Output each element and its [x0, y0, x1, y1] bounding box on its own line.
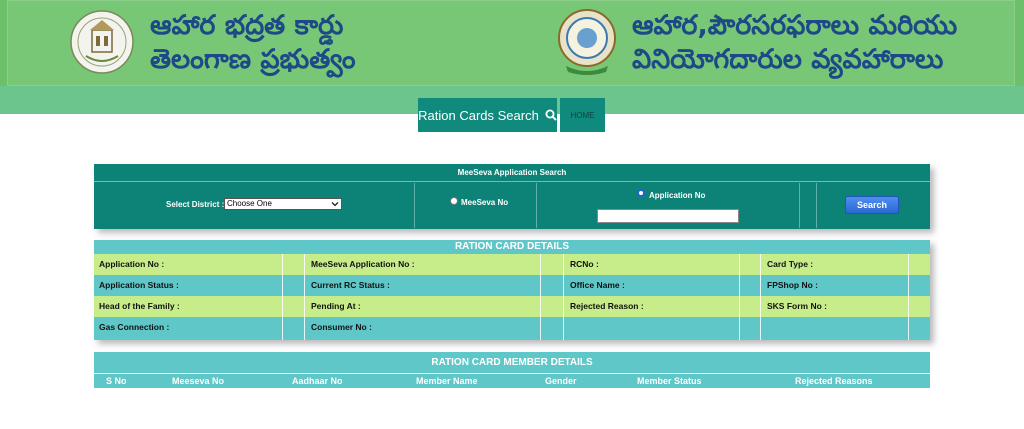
- search-icon: [545, 109, 557, 121]
- department-emblem-icon: [558, 9, 616, 75]
- select-district-label: Select District :: [166, 200, 225, 209]
- details-row: Head of the Family : Pending At : Reject…: [94, 296, 930, 317]
- column-header-meeseva-no: Meeseva No: [172, 376, 225, 386]
- right-title-line-2: వినియోగదారుల వ్యవహారాలు: [632, 44, 944, 75]
- application-no-input[interactable]: [597, 209, 739, 223]
- district-selected-value: Choose One: [227, 199, 272, 208]
- detail-label: FPShop No :: [767, 280, 818, 290]
- detail-label: MeeSeva Application No :: [311, 259, 415, 269]
- search-divider: [414, 183, 415, 228]
- column-header-s-no: S No: [106, 376, 127, 386]
- column-header-aadhaar-no: Aadhaar No: [292, 376, 343, 386]
- application-no-radio[interactable]: [637, 189, 645, 197]
- right-title-line-1: ఆహార,పౌరసరఫరాలు మరియు: [632, 10, 958, 41]
- government-emblem-icon: [70, 10, 134, 74]
- detail-label: Head of the Family :: [99, 301, 180, 311]
- detail-label: SKS Form No :: [767, 301, 827, 311]
- column-divider: [282, 254, 283, 340]
- column-header-rejected-reasons: Rejected Reasons: [795, 376, 873, 386]
- ration-card-details-title: RATION CARD DETAILS: [94, 240, 930, 254]
- detail-label: Application Status :: [99, 280, 179, 290]
- meeseva-no-radio[interactable]: [450, 197, 458, 205]
- member-details-title: RATION CARD MEMBER DETAILS: [94, 352, 930, 374]
- search-divider: [799, 183, 800, 228]
- home-button[interactable]: HOME: [560, 98, 605, 132]
- search-divider: [816, 183, 817, 228]
- detail-label: Pending At :: [311, 301, 361, 311]
- column-header-member-status: Member Status: [637, 376, 702, 386]
- meeseva-no-radio-label: MeeSeva No: [461, 198, 509, 207]
- ration-cards-search-button[interactable]: Ration Cards Search: [418, 98, 557, 132]
- ration-card-details-panel: RATION CARD DETAILS Application No : Mee…: [94, 240, 930, 340]
- detail-label: RCNo :: [570, 259, 599, 269]
- column-divider: [739, 254, 740, 340]
- ration-cards-search-label: Ration Cards Search: [418, 107, 539, 123]
- column-header-gender: Gender: [545, 376, 577, 386]
- left-title-line-1: ఆహార భద్రత కార్డు: [150, 10, 344, 41]
- detail-label: Gas Connection :: [99, 322, 170, 332]
- column-divider: [760, 254, 761, 340]
- detail-label: Consumer No :: [311, 322, 372, 332]
- column-divider: [563, 254, 564, 340]
- detail-label: [762, 317, 767, 338]
- district-select[interactable]: Choose One: [224, 198, 342, 210]
- meeseva-search-title: MeeSeva Application Search: [94, 164, 930, 182]
- column-divider: [908, 254, 909, 340]
- left-title-line-2: తెలంగాణ ప్రభుత్వం: [150, 44, 356, 75]
- detail-label: Office Name :: [570, 280, 625, 290]
- detail-label: Application No :: [99, 259, 165, 269]
- column-divider: [304, 254, 305, 340]
- detail-label: Rejected Reason :: [570, 301, 644, 311]
- detail-label: Card Type :: [767, 259, 814, 269]
- details-row: Gas Connection : Consumer No :: [94, 317, 930, 338]
- details-row: Application No : MeeSeva Application No …: [94, 254, 930, 275]
- detail-label: [565, 317, 570, 338]
- application-no-radio-label: Application No: [649, 191, 706, 200]
- chevron-down-icon: [331, 202, 339, 207]
- detail-label: Current RC Status :: [311, 280, 390, 290]
- member-details-panel: RATION CARD MEMBER DETAILS S No Meeseva …: [94, 352, 930, 388]
- search-divider: [536, 183, 537, 228]
- search-button[interactable]: Search: [845, 196, 899, 214]
- column-header-member-name: Member Name: [416, 376, 478, 386]
- details-row: Application Status : Current RC Status :…: [94, 275, 930, 296]
- meeseva-search-panel: MeeSeva Application Search Select Distri…: [94, 164, 930, 229]
- column-divider: [540, 254, 541, 340]
